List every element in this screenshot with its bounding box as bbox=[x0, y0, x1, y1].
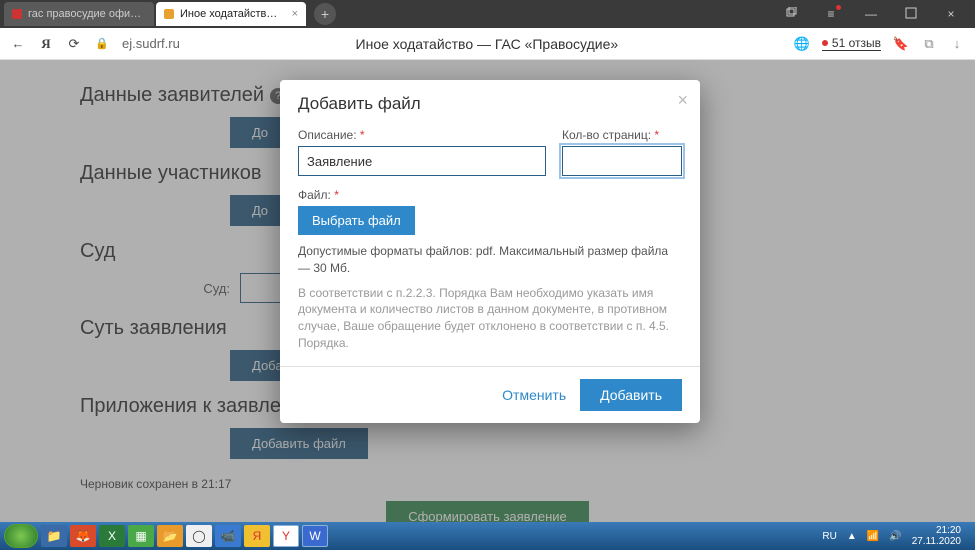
taskbar-yandex-icon[interactable]: Я bbox=[244, 525, 270, 547]
content-area: Данные заявителей ? Дo Данные участников… bbox=[0, 60, 975, 522]
tray-volume-icon[interactable]: 🔊 bbox=[889, 531, 901, 542]
tray-flag-icon[interactable]: ▲ bbox=[847, 531, 857, 542]
maximize-button[interactable] bbox=[891, 7, 931, 22]
description-label: Описание: * bbox=[298, 128, 546, 142]
back-button[interactable]: ← bbox=[10, 36, 26, 51]
reload-button[interactable]: ⟳ bbox=[66, 36, 82, 52]
start-button[interactable] bbox=[4, 524, 38, 548]
add-file-modal: Добавить файл × Описание: * Кол-во стран… bbox=[280, 80, 700, 423]
clock-time: 21:20 bbox=[912, 525, 961, 536]
cancel-button[interactable]: Отменить bbox=[502, 387, 566, 403]
tab-label: Иное ходатайство — Г… bbox=[180, 8, 282, 20]
description-input[interactable] bbox=[298, 146, 546, 176]
url-text[interactable]: ej.sudrf.ru bbox=[122, 36, 180, 51]
taskbar-word-icon[interactable]: W bbox=[302, 525, 328, 547]
rules-hint: В соответствии с п.2.2.3. Порядка Вам не… bbox=[298, 285, 682, 352]
yandex-home-button[interactable]: Я bbox=[38, 36, 54, 52]
sidebar-icon[interactable]: ⧉ bbox=[921, 36, 937, 52]
taskbar-explorer-icon[interactable]: 📁 bbox=[41, 525, 67, 547]
taskbar-yabrowser-active-icon[interactable]: Y bbox=[273, 525, 299, 547]
modal-title: Добавить файл bbox=[298, 94, 682, 114]
dot-icon bbox=[822, 40, 828, 46]
modal-close-button[interactable]: × bbox=[677, 90, 688, 111]
translate-icon[interactable]: 🌐 bbox=[794, 36, 810, 52]
file-label: Файл: * bbox=[298, 188, 682, 202]
taskbar-zoom-icon[interactable]: 📹 bbox=[215, 525, 241, 547]
extensions-icon[interactable]: ≡ bbox=[811, 7, 851, 21]
taskbar-app-icon[interactable]: ▦ bbox=[128, 525, 154, 547]
taskbar-folder-icon[interactable]: 📂 bbox=[157, 525, 183, 547]
tab-active[interactable]: Иное ходатайство — Г… × bbox=[156, 2, 306, 26]
taskbar-firefox-icon[interactable]: 🦊 bbox=[70, 525, 96, 547]
formats-hint: Допустимые форматы файлов: pdf. Максимал… bbox=[298, 243, 682, 277]
close-window-button[interactable]: × bbox=[931, 7, 971, 21]
tab-inactive[interactable]: гас правосудие официаль bbox=[4, 2, 154, 26]
choose-file-button[interactable]: Выбрать файл bbox=[298, 206, 415, 235]
bookmark-icon[interactable]: 🔖 bbox=[893, 36, 909, 52]
address-bar: ← Я ⟳ 🔒 ej.sudrf.ru Иное ходатайство — Г… bbox=[0, 28, 975, 60]
lock-icon: 🔒 bbox=[94, 37, 110, 50]
add-button[interactable]: Добавить bbox=[580, 379, 682, 411]
minimize-button[interactable]: — bbox=[851, 7, 891, 21]
tray-network-icon[interactable]: 📶 bbox=[867, 531, 879, 542]
language-indicator[interactable]: RU bbox=[822, 531, 836, 542]
page-title: Иное ходатайство — ГАС «Правосудие» bbox=[192, 36, 782, 52]
pages-input[interactable] bbox=[562, 146, 682, 176]
tab-label: гас правосудие официаль bbox=[28, 8, 146, 20]
copy-icon[interactable] bbox=[771, 7, 811, 22]
pages-label: Кол-во страниц: * bbox=[562, 128, 682, 142]
taskbar-excel-icon[interactable]: X bbox=[99, 525, 125, 547]
close-icon[interactable]: × bbox=[292, 8, 298, 20]
taskbar-chrome-icon[interactable]: ◯ bbox=[186, 525, 212, 547]
windows-taskbar: 📁 🦊 X ▦ 📂 ◯ 📹 Я Y W RU ▲ 📶 🔊 21:20 27.11… bbox=[0, 522, 975, 550]
new-tab-button[interactable]: + bbox=[314, 3, 336, 25]
reviews-text: 51 отзыв bbox=[832, 36, 881, 50]
reviews-link[interactable]: 51 отзыв bbox=[822, 36, 881, 51]
tab-favicon bbox=[12, 9, 22, 19]
browser-titlebar: гас правосудие официаль Иное ходатайство… bbox=[0, 0, 975, 28]
system-clock[interactable]: 21:20 27.11.2020 bbox=[912, 525, 961, 547]
downloads-icon[interactable]: ↓ bbox=[949, 36, 965, 51]
clock-date: 27.11.2020 bbox=[912, 536, 961, 547]
tab-favicon bbox=[164, 9, 174, 19]
